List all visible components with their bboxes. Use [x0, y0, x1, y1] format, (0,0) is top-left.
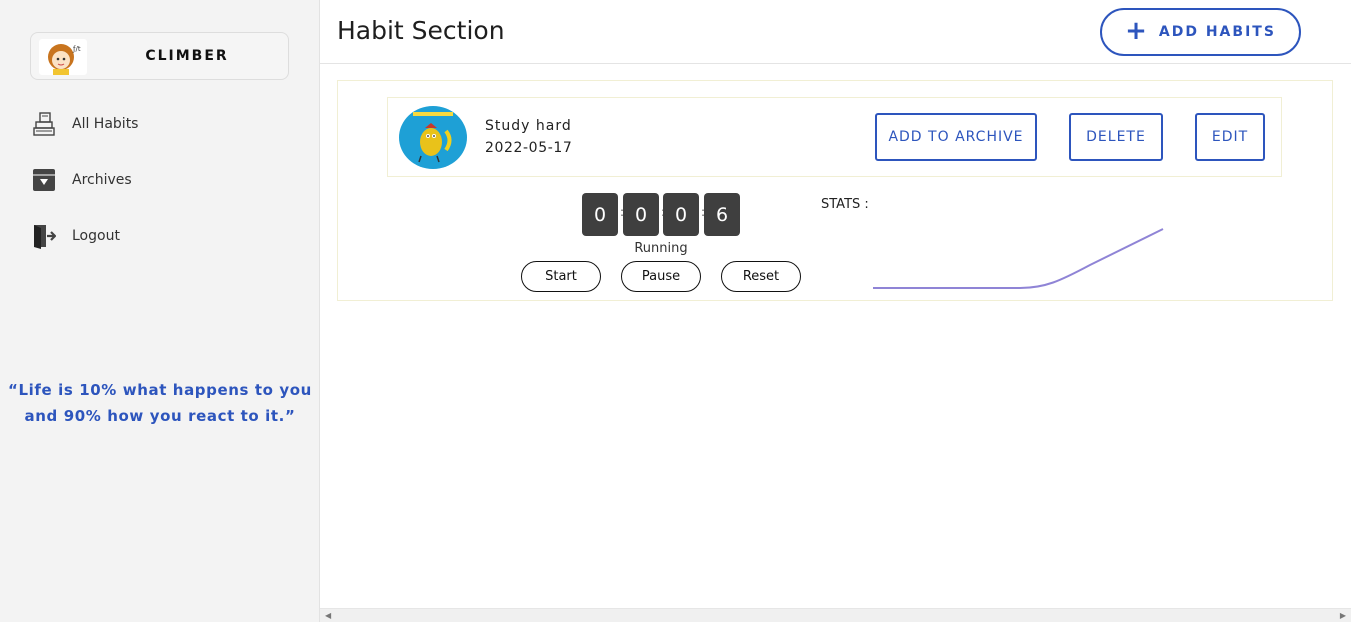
delete-button[interactable]: DELETE [1069, 113, 1163, 161]
habit-image [399, 106, 467, 169]
profile-card[interactable]: ƒ/t CLIMBER [30, 32, 289, 80]
pause-button[interactable]: Pause [621, 261, 701, 292]
sidebar: ƒ/t CLIMBER All Habits Archives Logout “… [0, 0, 320, 622]
avatar: ƒ/t [39, 39, 87, 75]
timer-digit: 0 [582, 193, 618, 236]
quote-line-1: “Life is 10% what happens to you [8, 381, 312, 399]
page-title: Habit Section [337, 16, 505, 45]
timer-digit: 0 [663, 193, 699, 236]
start-button[interactable]: Start [521, 261, 601, 292]
logout-door-icon [30, 222, 58, 250]
main-header: Habit Section + ADD HABITS [320, 0, 1351, 64]
sidebar-item-label: All Habits [72, 116, 139, 132]
profile-name: CLIMBER [145, 48, 229, 64]
motivational-quote: “Life is 10% what happens to you and 90%… [0, 377, 320, 429]
edit-button[interactable]: EDIT [1195, 113, 1265, 161]
sidebar-item-logout[interactable]: Logout [30, 221, 290, 251]
timer-digit: 0 [623, 193, 659, 236]
archive-box-icon [30, 166, 58, 194]
add-habits-label: ADD HABITS [1158, 24, 1276, 40]
scroll-right-icon[interactable]: ▶ [1340, 611, 1346, 620]
svg-text:ƒ/t: ƒ/t [72, 45, 81, 53]
stats-line [873, 228, 1164, 289]
timer-status: Running [634, 241, 688, 256]
horizontal-scrollbar[interactable]: ◀ ▶ [320, 608, 1351, 622]
sidebar-item-label: Logout [72, 228, 120, 244]
add-habits-button[interactable]: + ADD HABITS [1100, 8, 1301, 56]
sidebar-item-label: Archives [72, 172, 132, 188]
habit-date: 2022-05-17 [485, 140, 573, 156]
habit-name: Study hard [485, 118, 572, 134]
stats-label: STATS : [821, 197, 869, 212]
stats-chart [873, 228, 1164, 289]
reset-button[interactable]: Reset [721, 261, 801, 292]
habit-info-row: Study hard 2022-05-17 ADD TO ARCHIVE DEL… [387, 97, 1282, 177]
sidebar-item-all-habits[interactable]: All Habits [30, 109, 290, 139]
plus-icon: + [1125, 15, 1147, 46]
timer-digit: 6 [704, 193, 740, 236]
books-stack-icon [30, 110, 58, 138]
add-to-archive-button[interactable]: ADD TO ARCHIVE [875, 113, 1037, 161]
sidebar-item-archives[interactable]: Archives [30, 165, 290, 195]
quote-line-2: and 90% how you react to it.” [24, 407, 296, 425]
scroll-left-icon[interactable]: ◀ [325, 611, 331, 620]
